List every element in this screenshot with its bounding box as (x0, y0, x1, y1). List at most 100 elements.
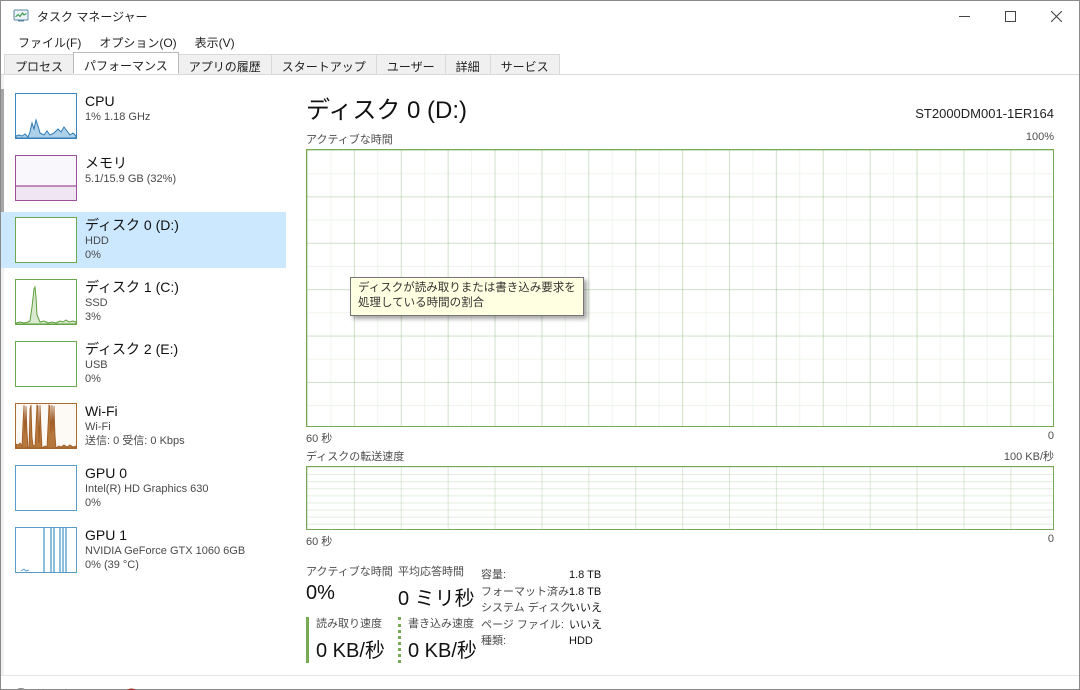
cpu-mini-chart (15, 93, 77, 139)
chart-tooltip: ディスクが読み取りまたは書き込み要求を 処理している時間の割合 (350, 277, 584, 316)
read-speed-value: 0 KB/秒 (316, 634, 385, 663)
disk-detail-panel: ディスク 0 (D:) ST2000DM001-1ER164 アクティブな時間 … (286, 75, 1079, 675)
disk-properties: 容量: 1.8 TB フォーマット済み: 1.8 TB システム ディスク: い… (481, 567, 602, 650)
sidebar-gpu0-title: GPU 0 (85, 465, 209, 482)
chart1-label: アクティブな時間 (306, 131, 393, 147)
gpu1-mini-chart (15, 527, 77, 573)
sidebar-item-gpu0[interactable]: GPU 0 Intel(R) HD Graphics 630 0% (1, 460, 286, 516)
write-speed-label: 書き込み速度 (408, 617, 477, 631)
sidebar-wifi-sub1: Wi-Fi (85, 420, 185, 434)
sidebar-item-gpu1[interactable]: GPU 1 NVIDIA GeForce GTX 1060 6GB 0% (39… (1, 522, 286, 578)
sidebar-disk2-sub1: USB (85, 358, 178, 372)
sidebar-disk1-sub2: 3% (85, 310, 179, 324)
close-button[interactable] (1033, 1, 1079, 31)
sidebar-cpu-title: CPU (85, 93, 150, 110)
tab-performance[interactable]: パフォーマンス (73, 52, 179, 74)
page-file-label: ページ ファイル: (481, 617, 569, 634)
tab-users[interactable]: ユーザー (376, 54, 446, 74)
property-row: フォーマット済み: 1.8 TB (481, 584, 602, 601)
menu-bar: ファイル(F) オプション(O) 表示(V) (1, 31, 1079, 53)
app-icon (13, 8, 29, 24)
sidebar-wifi-title: Wi-Fi (85, 403, 185, 420)
tooltip-line1: ディスクが読み取りまたは書き込み要求を (358, 281, 576, 296)
sidebar-gpu0-sub1: Intel(R) HD Graphics 630 (85, 482, 209, 496)
sidebar-disk2-sub2: 0% (85, 372, 178, 386)
tab-app-history[interactable]: アプリの履歴 (178, 54, 272, 74)
sidebar-disk0-sub1: HDD (85, 234, 179, 248)
property-row: 種類: HDD (481, 633, 602, 650)
disk2-mini-chart (15, 341, 77, 387)
sidebar-disk0-title: ディスク 0 (D:) (85, 217, 179, 234)
menu-options[interactable]: オプション(O) (90, 32, 185, 53)
task-manager-window: タスク マネージャー ファイル(F) オプション(O) 表示(V) プロセス パ… (0, 0, 1080, 690)
disk0-mini-chart (15, 217, 77, 263)
sidebar-cpu-sub: 1% 1.18 GHz (85, 110, 150, 124)
property-row: ページ ファイル: いいえ (481, 617, 602, 634)
sidebar-item-disk1[interactable]: ディスク 1 (C:) SSD 3% (1, 274, 286, 330)
chart1-max: 100% (1026, 131, 1054, 147)
chart1-x-right: 0 (1048, 430, 1054, 446)
chart2-x-right: 0 (1048, 533, 1054, 549)
sidebar-disk1-sub1: SSD (85, 296, 179, 310)
maximize-button[interactable] (987, 1, 1033, 31)
menu-view[interactable]: 表示(V) (186, 32, 244, 53)
footer-bar: 簡易表示(D) | リソース モニターを開く (1, 675, 1079, 690)
title-bar: タスク マネージャー (1, 1, 1079, 31)
type-value: HDD (569, 633, 593, 650)
page-file-value: いいえ (569, 617, 602, 634)
sidebar-memory-sub: 5.1/15.9 GB (32%) (85, 172, 176, 186)
transfer-rate-chart[interactable] (306, 466, 1054, 530)
sidebar-gpu0-sub2: 0% (85, 496, 209, 510)
chart2-x-left: 60 秒 (306, 533, 332, 549)
read-speed-label: 読み取り速度 (316, 617, 385, 631)
sidebar-gpu1-sub2: 0% (39 °C) (85, 558, 245, 572)
performance-sidebar: CPU 1% 1.18 GHz メモリ 5.1/15.9 GB (32%) (1, 75, 286, 675)
sidebar-item-cpu[interactable]: CPU 1% 1.18 GHz (1, 88, 286, 144)
sidebar-gpu1-sub1: NVIDIA GeForce GTX 1060 6GB (85, 544, 245, 558)
tab-strip: プロセス パフォーマンス アプリの履歴 スタートアップ ユーザー 詳細 サービス (1, 53, 1079, 75)
window-title: タスク マネージャー (37, 8, 148, 25)
minimize-button[interactable] (941, 1, 987, 31)
property-row: 容量: 1.8 TB (481, 567, 602, 584)
active-time-value: 0% (306, 582, 393, 605)
tab-services[interactable]: サービス (490, 54, 560, 74)
capacity-value: 1.8 TB (569, 567, 601, 584)
sidebar-disk2-title: ディスク 2 (E:) (85, 341, 178, 358)
menu-file[interactable]: ファイル(F) (9, 32, 90, 53)
sidebar-item-disk2[interactable]: ディスク 2 (E:) USB 0% (1, 336, 286, 392)
memory-mini-chart (15, 155, 77, 201)
disk1-mini-chart (15, 279, 77, 325)
active-time-chart[interactable]: ディスクが読み取りまたは書き込み要求を 処理している時間の割合 (306, 149, 1054, 427)
sidebar-item-disk0[interactable]: ディスク 0 (D:) HDD 0% (1, 212, 286, 268)
sidebar-item-memory[interactable]: メモリ 5.1/15.9 GB (32%) (1, 150, 286, 206)
wifi-mini-chart (15, 403, 77, 449)
formatted-value: 1.8 TB (569, 584, 601, 601)
disk-stats: アクティブな時間 0% 平均応答時間 0 ミリ秒 読み取り速度 0 KB/秒 書… (306, 565, 1054, 675)
active-time-label: アクティブな時間 (306, 565, 393, 579)
gpu0-mini-chart (15, 465, 77, 511)
device-model: ST2000DM001-1ER164 (915, 106, 1054, 125)
sidebar-item-wifi[interactable]: Wi-Fi Wi-Fi 送信: 0 受信: 0 Kbps (1, 398, 286, 454)
tab-details[interactable]: 詳細 (445, 54, 491, 74)
tooltip-line2: 処理している時間の割合 (358, 296, 576, 311)
tab-startup[interactable]: スタートアップ (271, 54, 377, 74)
avg-response-value: 0 ミリ秒 (398, 582, 475, 611)
type-label: 種類: (481, 633, 569, 650)
sidebar-memory-title: メモリ (85, 155, 176, 172)
chart2-label: ディスクの転送速度 (306, 448, 404, 464)
property-row: システム ディスク: いいえ (481, 600, 602, 617)
sidebar-disk1-title: ディスク 1 (C:) (85, 279, 179, 296)
chart1-x-left: 60 秒 (306, 430, 332, 446)
capacity-label: 容量: (481, 567, 569, 584)
sidebar-gpu1-title: GPU 1 (85, 527, 245, 544)
page-title: ディスク 0 (D:) (306, 90, 467, 125)
system-disk-label: システム ディスク: (481, 600, 569, 617)
system-disk-value: いいえ (569, 600, 602, 617)
sidebar-wifi-sub2: 送信: 0 受信: 0 Kbps (85, 434, 185, 448)
sidebar-disk0-sub2: 0% (85, 248, 179, 262)
tab-processes[interactable]: プロセス (4, 54, 74, 74)
avg-response-label: 平均応答時間 (398, 565, 475, 579)
formatted-label: フォーマット済み: (481, 584, 569, 601)
chart2-max: 100 KB/秒 (1004, 448, 1054, 464)
write-speed-value: 0 KB/秒 (408, 634, 477, 663)
